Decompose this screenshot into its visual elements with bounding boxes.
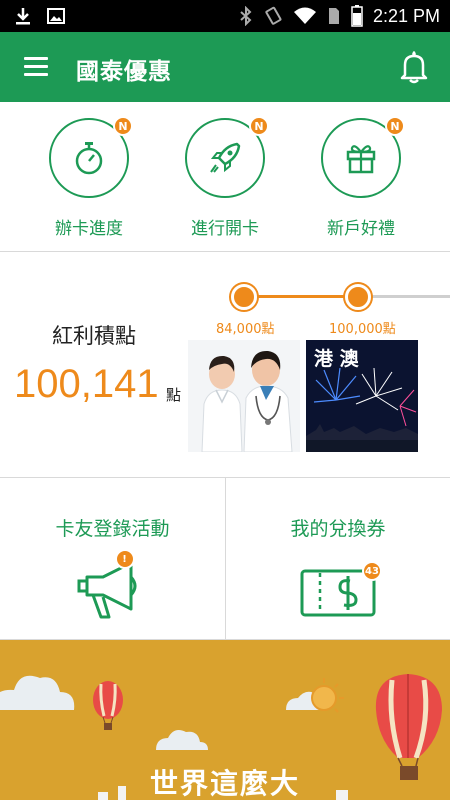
card-member-events[interactable]: 卡友登錄活動 ! bbox=[0, 478, 225, 640]
milestone-label: 100,000點 bbox=[329, 322, 396, 337]
card-label: 卡友登錄活動 bbox=[55, 518, 170, 540]
milestone-node bbox=[231, 284, 257, 310]
points-unit: 點 bbox=[166, 386, 182, 404]
bluetooth-icon bbox=[240, 6, 252, 26]
progress-line-filled bbox=[244, 295, 358, 298]
quick-action-new-gift[interactable]: N 新戶好禮 bbox=[301, 116, 421, 239]
sun-icon bbox=[311, 678, 344, 713]
stopwatch-icon bbox=[75, 142, 103, 175]
download-icon bbox=[16, 8, 30, 25]
new-badge: N bbox=[385, 116, 405, 136]
status-time: 2:21 PM bbox=[372, 5, 440, 26]
quick-action-circle: N bbox=[321, 116, 405, 198]
reward-image-health-check[interactable] bbox=[188, 340, 300, 452]
promo-banner[interactable]: 世界這麼大 bbox=[0, 640, 450, 800]
card-icon-wrap: 43 bbox=[298, 555, 382, 625]
feature-cards: 卡友登錄活動 ! 我的兌換券 43 bbox=[0, 478, 450, 640]
alert-badge: ! bbox=[114, 549, 135, 569]
bonus-points-section[interactable]: 紅利積點 100,141 點 84,000點 100,000點 港 澳 bbox=[0, 252, 450, 478]
new-badge: N bbox=[249, 116, 269, 136]
rocket-icon bbox=[210, 142, 241, 173]
points-title: 紅利積點 bbox=[52, 324, 136, 348]
hot-air-balloon-icon bbox=[93, 681, 123, 730]
menu-icon[interactable] bbox=[24, 57, 48, 77]
milestone-label: 84,000點 bbox=[216, 322, 275, 337]
new-badge: N bbox=[113, 116, 133, 136]
bell-icon[interactable] bbox=[398, 50, 430, 84]
reward-image-hk-macau-trip[interactable]: 港 澳 bbox=[306, 340, 418, 452]
megaphone-icon bbox=[77, 561, 136, 619]
image-icon bbox=[47, 8, 65, 24]
status-bar: 2:21 PM bbox=[0, 0, 450, 32]
nurse-photo bbox=[188, 340, 300, 452]
battery-icon bbox=[351, 5, 363, 27]
gift-icon bbox=[346, 145, 376, 174]
milestone-node bbox=[345, 284, 371, 310]
app-bar: 國泰優惠 bbox=[0, 32, 450, 102]
quick-action-label: 辦卡進度 bbox=[55, 219, 123, 239]
quick-actions: N 辦卡進度 N 進行開卡 N 新戶好禮 bbox=[0, 102, 450, 252]
quick-action-card-progress[interactable]: N 辦卡進度 bbox=[29, 116, 149, 239]
cloud-icon bbox=[156, 730, 208, 750]
wifi-icon bbox=[293, 7, 316, 24]
banner-title: 世界這麼大 bbox=[149, 767, 300, 800]
points-value: 100,141 bbox=[14, 362, 159, 406]
vibrate-icon bbox=[265, 6, 282, 25]
quick-action-circle: N bbox=[49, 116, 133, 198]
quick-action-label: 進行開卡 bbox=[191, 219, 259, 239]
reward-image-caption: 港 澳 bbox=[314, 348, 359, 370]
count-badge: 43 bbox=[362, 561, 382, 581]
sim-icon bbox=[328, 8, 339, 24]
quick-action-circle: N bbox=[185, 116, 269, 198]
cloud-icon bbox=[0, 675, 75, 710]
quick-action-label: 新戶好禮 bbox=[327, 219, 395, 239]
card-my-vouchers[interactable]: 我的兌換券 43 bbox=[225, 478, 450, 640]
page-title: 國泰優惠 bbox=[76, 59, 172, 85]
progress-line-empty bbox=[358, 295, 450, 298]
card-icon-wrap: ! bbox=[73, 549, 153, 625]
quick-action-activate-card[interactable]: N 進行開卡 bbox=[165, 116, 285, 239]
card-label: 我的兌換券 bbox=[290, 518, 386, 540]
